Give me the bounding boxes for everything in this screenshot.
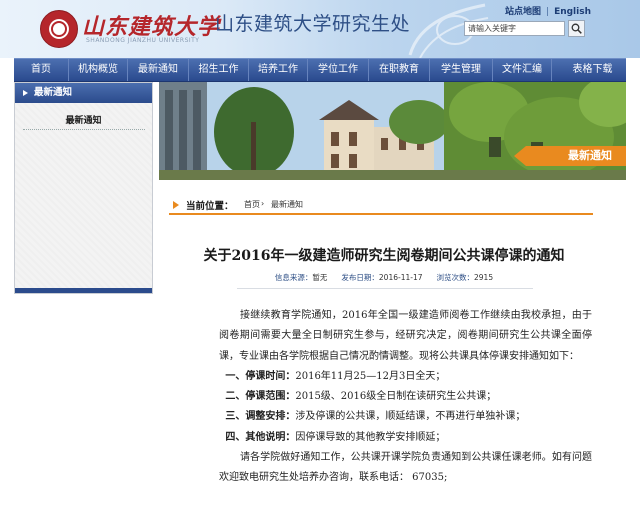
university-logo-subtext: SHANDONG JIANZHU UNIVERSITY [86, 37, 200, 44]
sidebar-heading-label: 最新通知 [34, 87, 73, 98]
top-links-divider: | [546, 7, 550, 17]
sidebar-item-news[interactable]: 最新通知 [15, 113, 152, 126]
article-intro: 接继续教育学院通知，2016年全国一级建造师阅卷工作继续由我校承担，由于阅卷期间… [219, 310, 592, 362]
banner-tag: 最新通知 [526, 146, 626, 166]
sidebar-footer-bar [15, 288, 152, 293]
triangle-right-icon [173, 201, 179, 209]
site-header: 山东建筑大学 SHANDONG JIANZHU UNIVERSITY 山东建筑大… [0, 0, 640, 58]
nav-item-documents[interactable]: 文件汇编 [493, 59, 552, 81]
search-icon [571, 23, 582, 34]
meta-date-label: 发布日期： [341, 273, 379, 282]
campus-banner: 最新通知 [159, 82, 626, 180]
site-title: 山东建筑大学研究生处 [215, 13, 411, 35]
sidebar-divider [23, 129, 145, 130]
sidebar: 最新通知 最新通知 [14, 82, 153, 294]
university-seal-icon [40, 10, 78, 48]
breadcrumb: 当前位置： 首页 › 最新通知 [169, 196, 593, 215]
main-nav: 首页 机构概览 最新通知 招生工作 培养工作 学位工作 在职教育 学生管理 文件… [14, 58, 626, 82]
breadcrumb-separator: › [261, 199, 265, 208]
breadcrumb-label: 当前位置： [186, 201, 234, 212]
meta-views-label: 浏览次数： [436, 273, 475, 282]
top-links: 站点地图 | English [505, 4, 591, 17]
search-button[interactable] [568, 20, 585, 37]
article-closing: 请各学院做好通知工作，公共课开课学院负责通知到公共课任课老师。如有问题欢迎致电研… [219, 452, 592, 484]
article-item-3: 三、调整安排：涉及停课的公共课，顺延结课，不再进行单独补课； [225, 411, 526, 423]
article-item-1: 一、停课时间：2016年11月25—12月3日全天； [225, 370, 446, 382]
nav-item-home[interactable]: 首页 [14, 59, 69, 81]
english-link[interactable]: English [554, 7, 591, 17]
nav-item-forms[interactable]: 表格下载 [552, 59, 633, 81]
banner-tag-tip [514, 146, 526, 166]
sitemap-link[interactable]: 站点地图 [505, 7, 541, 17]
meta-views-value: 2915 [474, 273, 494, 282]
meta-date-value: 2016-11-17 [378, 273, 423, 282]
nav-item-news[interactable]: 最新通知 [128, 59, 189, 81]
nav-item-degree[interactable]: 学位工作 [308, 59, 369, 81]
nav-item-students[interactable]: 学生管理 [430, 59, 493, 81]
nav-item-inservice[interactable]: 在职教育 [369, 59, 430, 81]
article-item-4: 四、其他说明：因停课导致的其他教学安排顺延； [225, 431, 446, 443]
article-item-2: 二、停课范围：2015级、2016级全日制在读研究生公共课； [225, 391, 497, 403]
breadcrumb-current[interactable]: 最新通知 [271, 199, 303, 210]
nav-item-overview[interactable]: 机构概览 [69, 59, 128, 81]
nav-item-training[interactable]: 培养工作 [249, 59, 308, 81]
nav-item-admissions[interactable]: 招生工作 [189, 59, 249, 81]
meta-source-label: 信息来源： [274, 273, 313, 282]
search-input[interactable] [464, 21, 565, 36]
main-content: 当前位置： 首页 › 最新通知 关于2016年一级建造师研究生阅卷期间公共课停课… [159, 180, 626, 518]
sidebar-heading: 最新通知 [15, 83, 152, 103]
article-body: 接继续教育学院通知，2016年全国一级建造师阅卷工作继续由我校承担，由于阅卷期间… [219, 306, 592, 489]
meta-source-value: 暂无 [312, 273, 328, 282]
meta-divider [237, 288, 533, 289]
breadcrumb-home-link[interactable]: 首页 [244, 199, 260, 210]
article-title: 关于2016年一级建造师研究生阅卷期间公共课停课的通知 [203, 248, 565, 264]
page: 山东建筑大学 SHANDONG JIANZHU UNIVERSITY 山东建筑大… [0, 0, 640, 518]
article-meta: 信息来源：暂无 发布日期：2016-11-17 浏览次数：2915 [159, 272, 609, 283]
triangle-right-icon [23, 90, 28, 96]
